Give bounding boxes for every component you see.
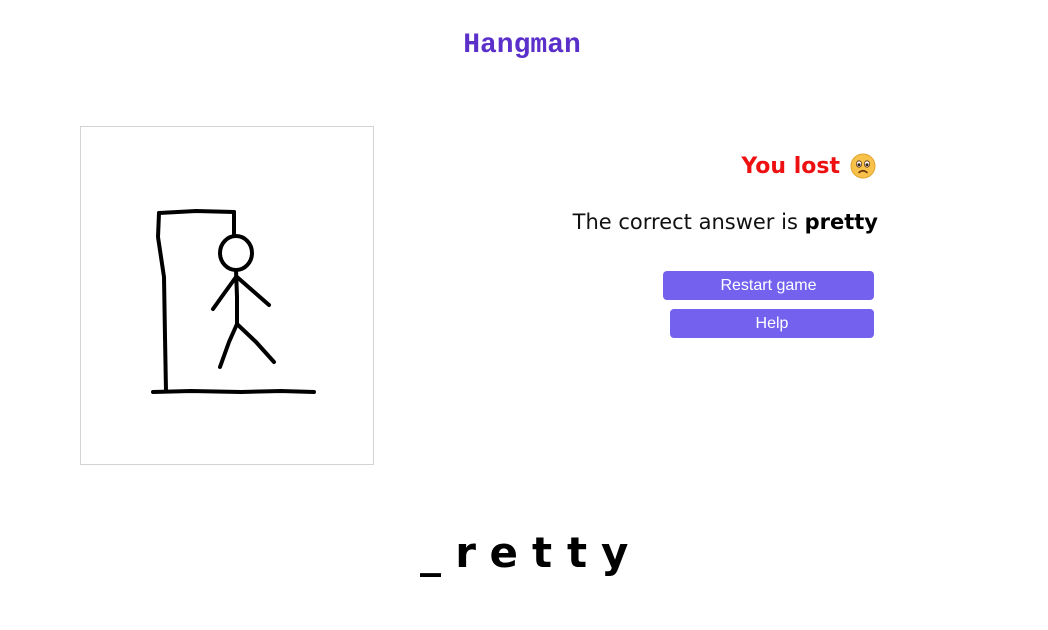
hangman-drawing-panel [80, 126, 374, 465]
letter-slot: r [455, 528, 476, 577]
figure-left-leg [218, 322, 239, 369]
answer-word: pretty [804, 210, 878, 234]
figure-right-leg [235, 322, 276, 364]
gallows-base [151, 389, 316, 394]
page-title: Hangman [463, 30, 581, 61]
word-display: _ r e t t y [0, 528, 1048, 577]
status-text: You lost [741, 153, 840, 179]
letter-slot: y [601, 528, 629, 577]
restart-game-button[interactable]: Restart game [663, 271, 874, 300]
figure-left-arm [211, 275, 238, 311]
hangman-figure-icon [151, 209, 316, 394]
sad-face-icon [850, 153, 876, 179]
gallows-pole [156, 211, 168, 393]
game-status: You lost [741, 153, 876, 179]
correct-answer-text: The correct answer is pretty [573, 210, 878, 234]
answer-prefix: The correct answer is [572, 210, 798, 234]
figure-head [218, 234, 254, 272]
hangman-page: Hangman You lost The correct answer is p… [0, 0, 1048, 630]
letter-slot: t [567, 528, 588, 577]
gallows-beam [157, 209, 236, 215]
letter-slot: e [489, 528, 519, 577]
letter-slot: t [532, 528, 553, 577]
help-button[interactable]: Help [670, 309, 874, 338]
letter-slot: _ [420, 528, 442, 577]
figure-right-arm [235, 275, 271, 307]
